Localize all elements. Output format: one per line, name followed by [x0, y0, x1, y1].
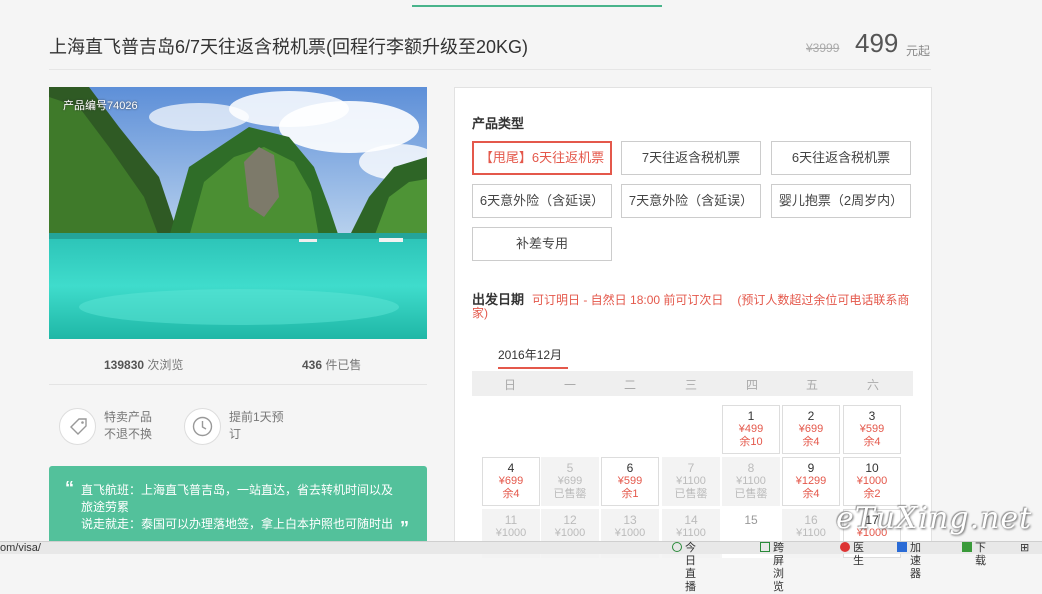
day-number: 13 — [623, 513, 637, 527]
status-cross-screen[interactable]: 跨屏浏览 — [760, 542, 784, 593]
calendar-day[interactable]: 10 ¥1000 余2 — [843, 457, 901, 506]
site-watermark: eTuXing.net — [836, 501, 1033, 536]
open-quote-icon: “ — [65, 478, 74, 498]
day-number: 1 — [747, 409, 755, 423]
day-price: ¥599 — [859, 423, 885, 435]
price-unit: 元起 — [906, 44, 931, 58]
day-number: 8 — [747, 461, 755, 475]
current-price: 499 — [855, 28, 899, 58]
active-tab-indicator — [412, 5, 662, 7]
product-type-title: 产品类型 — [472, 116, 525, 131]
calendar-day[interactable]: 2 ¥699 余4 — [782, 405, 840, 454]
departure-date-info: 出发日期 可订明日 - 自然日 18:00 前可订次日 (预订人数超过余位可电话联系… — [472, 293, 912, 320]
option-7day-ticket[interactable]: 7天往返含税机票 — [621, 141, 761, 175]
status-url: om/visa/ — [0, 542, 41, 554]
day-remaining: 余10 — [739, 436, 763, 448]
option-price-difference[interactable]: 补差专用 — [472, 227, 612, 261]
day-remaining: 余1 — [621, 488, 639, 500]
calendar-day[interactable]: 1 ¥499 余10 — [722, 405, 780, 454]
day-number: 10 — [865, 461, 879, 475]
island-landscape-image — [49, 87, 427, 339]
calendar-day[interactable]: 3 ¥599 余4 — [843, 405, 901, 454]
calendar-day[interactable]: 4 ¥699 余4 — [482, 457, 540, 506]
day-price: ¥1100 — [736, 475, 766, 487]
day-price: ¥1000 — [495, 527, 527, 539]
day-remaining: 已售罄 — [553, 488, 587, 500]
calendar-day: 8 ¥1100 已售罄 — [722, 457, 780, 506]
status-more[interactable]: ⊞ — [1020, 542, 1029, 555]
day-price: ¥699 — [557, 475, 583, 487]
day-price: ¥1000 — [856, 475, 888, 487]
product-code: 产品编号74026 — [63, 100, 138, 112]
option-6day-ticket[interactable]: 6天往返含税机票 — [771, 141, 911, 175]
day-price: ¥1000 — [554, 527, 586, 539]
status-doctor[interactable]: 医生 — [840, 542, 864, 567]
calendar-weekday-header: 日 一 二 三 四 五 六 — [472, 371, 913, 396]
day-remaining: 余4 — [802, 436, 820, 448]
day-remaining: 已售罄 — [734, 488, 768, 500]
calendar-month-tab[interactable]: 2016年12月 — [498, 346, 562, 363]
day-number: 14 — [684, 513, 698, 527]
day-number: 15 — [744, 513, 758, 527]
stats-divider — [49, 384, 427, 385]
day-price: ¥699 — [798, 423, 824, 435]
calendar-day[interactable]: 9 ¥1299 余4 — [782, 457, 840, 506]
day-price: ¥1000 — [614, 527, 646, 539]
day-number: 3 — [868, 409, 876, 423]
booking-deadline-note: 可订明日 - 自然日 18:00 前可订次日 — [532, 293, 724, 307]
day-number: 5 — [566, 461, 574, 475]
status-download[interactable]: 下载 — [962, 542, 986, 567]
day-remaining: 余4 — [863, 436, 881, 448]
product-stats: 139830 次浏览 436 件已售 — [49, 352, 427, 376]
day-remaining: 余4 — [502, 488, 520, 500]
day-number: 6 — [626, 461, 634, 475]
day-price: ¥599 — [617, 475, 643, 487]
day-number: 9 — [807, 461, 815, 475]
download-icon — [962, 542, 972, 552]
clock-icon — [184, 408, 221, 445]
option-tail-6day-ticket[interactable]: 【甩尾】6天往返机票 — [472, 141, 612, 175]
sold-count: 436 件已售 — [302, 358, 362, 372]
play-icon — [672, 542, 682, 552]
medical-icon — [840, 542, 850, 552]
day-number: 4 — [507, 461, 515, 475]
day-price: ¥1100 — [676, 475, 706, 487]
day-number: 12 — [563, 513, 577, 527]
original-price: ¥3999 — [806, 41, 840, 55]
close-quote-icon: ” — [400, 518, 409, 538]
day-number: 2 — [807, 409, 815, 423]
day-number: 11 — [504, 513, 518, 527]
month-tab-underline — [498, 367, 568, 369]
day-price: ¥1100 — [796, 527, 826, 539]
departure-date-label: 出发日期 — [472, 292, 525, 307]
option-7day-insurance[interactable]: 7天意外险（含延误） — [621, 184, 761, 218]
day-remaining: 余4 — [802, 488, 820, 500]
day-number: 16 — [804, 513, 818, 527]
day-price: ¥499 — [738, 423, 764, 435]
booking-panel: 产品类型 【甩尾】6天往返机票 7天往返含税机票 6天往返含税机票 6天意外险（… — [454, 87, 932, 558]
calendar-day[interactable]: 6 ¥599 余1 — [601, 457, 659, 506]
product-photo: 产品编号74026 — [49, 87, 427, 339]
calendar-day: 7 ¥1100 已售罄 — [662, 457, 720, 506]
day-price: ¥699 — [498, 475, 524, 487]
calendar-day: 5 ¥699 已售罄 — [541, 457, 599, 506]
tag-icon — [59, 408, 96, 445]
day-number: 7 — [687, 461, 695, 475]
option-6day-insurance[interactable]: 6天意外险（含延误） — [472, 184, 612, 218]
title-divider — [49, 69, 931, 70]
day-remaining: 余2 — [863, 488, 881, 500]
phone-icon — [760, 542, 770, 552]
speed-icon — [897, 542, 907, 552]
day-remaining: 已售罄 — [674, 488, 708, 500]
view-count: 139830 次浏览 — [104, 358, 184, 372]
top-nav-line — [0, 0, 1042, 8]
day-price: ¥1100 — [676, 527, 706, 539]
status-live[interactable]: 今日直播 — [672, 542, 696, 593]
day-price: ¥1299 — [795, 475, 827, 487]
page-title: 上海直飞普吉岛6/7天往返含税机票(回程行李额升级至20KG) — [49, 37, 529, 57]
status-accelerator[interactable]: 加速器 — [897, 542, 921, 580]
browser-status-bar: om/visa/ 今日直播 跨屏浏览 医生 加速器 下载 ⊞ — [0, 541, 1042, 593]
option-infant-ticket[interactable]: 婴儿抱票（2周岁内） — [771, 184, 911, 218]
